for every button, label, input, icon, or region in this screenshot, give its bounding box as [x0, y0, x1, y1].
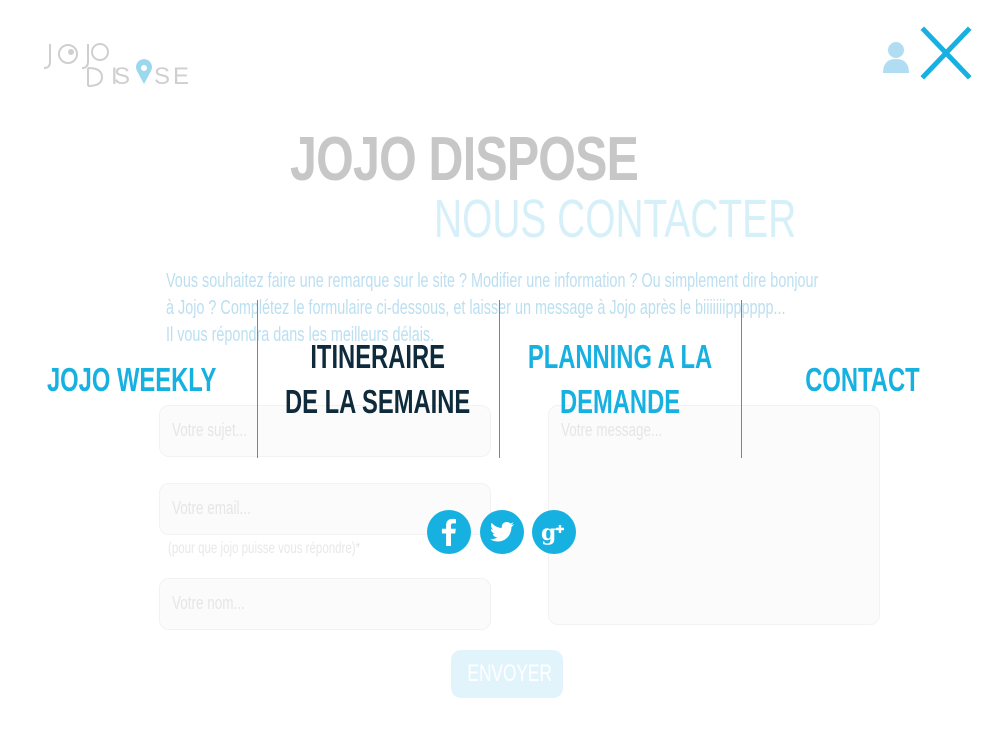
send-button[interactable]: ENVOYER — [451, 650, 563, 698]
page: S SE I JOJO DISPOSE NOUS CONTACTER Vous … — [0, 0, 992, 751]
page-subtitle: NOUS CONTACTER — [434, 189, 797, 249]
menu-item-itineraire[interactable]: ITINERAIRE DE LA SEMAINE — [258, 300, 498, 458]
google-plus-icon[interactable]: g — [532, 510, 576, 554]
name-placeholder: Votre nom... — [172, 593, 245, 613]
twitter-icon[interactable] — [480, 510, 524, 554]
menu-item-jojo-weekly[interactable]: JOJO WEEKLY — [10, 300, 254, 458]
close-icon — [920, 26, 972, 80]
send-button-label: ENVOYER — [467, 660, 552, 687]
menu-item-label-line: PLANNING A LA — [527, 338, 713, 375]
menu-item-label-line: DE LA SEMAINE — [285, 383, 471, 420]
close-menu-button[interactable] — [918, 26, 974, 82]
menu-item-label: CONTACT — [804, 360, 920, 398]
menu-item-label: PLANNING A LA DEMANDE — [528, 334, 712, 424]
menu-item-label: ITINERAIRE DE LA SEMAINE — [285, 334, 470, 424]
logo-image: S SE I — [43, 43, 192, 90]
page-title: JOJO DISPOSE — [290, 125, 639, 194]
svg-text:g: g — [541, 520, 556, 546]
menu-item-label-line: ITINERAIRE — [310, 338, 446, 375]
intro-line: Vous souhaitez faire une remarque sur le… — [166, 270, 819, 292]
svg-text:SE: SE — [154, 63, 192, 90]
name-input[interactable]: Votre nom... — [159, 578, 491, 630]
menu-item-label-line: DEMANDE — [559, 383, 681, 420]
email-placeholder: Votre email... — [172, 498, 251, 518]
facebook-icon[interactable] — [427, 510, 471, 554]
menu-item-label: JOJO WEEKLY — [47, 360, 217, 398]
user-icon[interactable] — [882, 40, 910, 74]
menu-item-planning[interactable]: PLANNING A LA DEMANDE — [500, 300, 740, 458]
logo[interactable]: S SE I — [40, 40, 200, 90]
svg-text:I: I — [111, 63, 118, 90]
menu-item-contact[interactable]: CONTACT — [742, 300, 982, 458]
email-note: (pour que jojo puisse vous répondre)* — [168, 540, 361, 557]
